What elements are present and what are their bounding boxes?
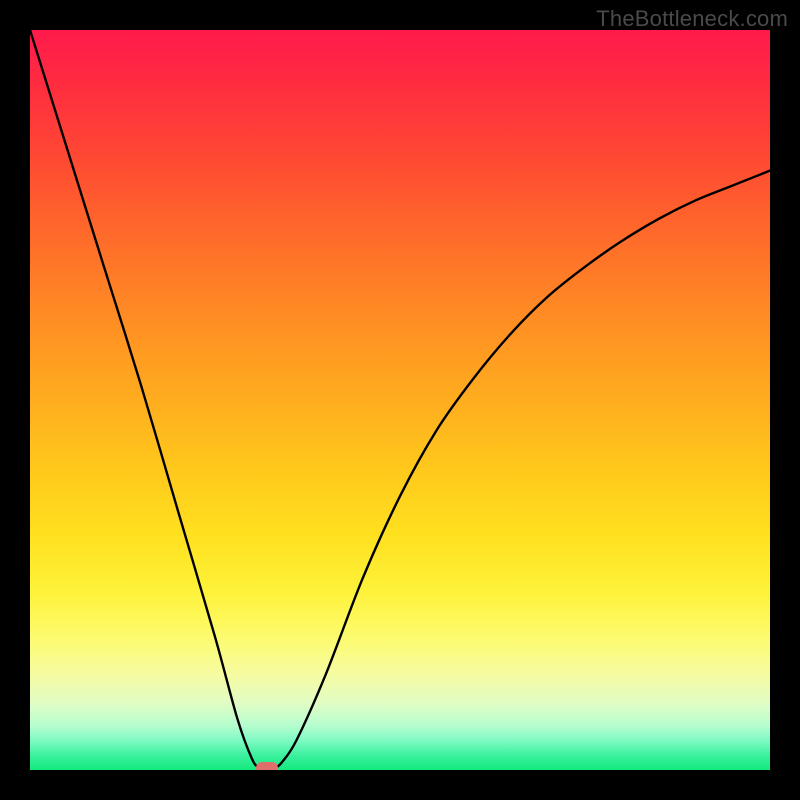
bottleneck-curve [30,30,770,770]
chart-frame [30,30,770,770]
watermark-text: TheBottleneck.com [596,6,788,32]
optimal-point-marker [256,762,278,770]
